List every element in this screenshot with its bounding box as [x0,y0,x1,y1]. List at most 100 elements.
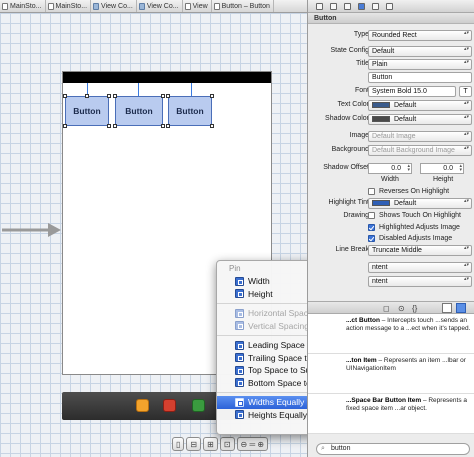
trailing-space-icon [235,353,244,363]
content-popup[interactable]: ntent [368,276,472,287]
scene-button-3[interactable]: Button [168,96,212,126]
constraint-line [191,83,192,96]
view-controller-icon[interactable] [192,399,205,412]
align-menu-icon[interactable]: ⊟ [186,437,202,451]
library-item[interactable]: ...ton Item – Represents an item ...lbar… [308,354,474,394]
width-sublabel: Width [381,176,399,183]
library-item-text: ...ton Item – Represents an item ...lbar… [346,357,471,373]
horizontal-spacing-icon [235,308,244,318]
shadow-offset-height-stepper[interactable]: 0.0 [420,163,464,174]
text-color-popup[interactable]: Default [368,100,472,111]
highlight-tint-value: Default [394,200,417,207]
file-inspector-icon[interactable] [316,3,323,10]
exit-cube-icon[interactable] [163,399,176,412]
scene-icon [93,2,100,10]
text-color-row: Text Color Default [308,100,474,112]
content-alignment-popup[interactable]: ntent [368,262,472,273]
highlight-tint-popup[interactable]: Default [368,198,472,209]
resize-handle[interactable] [166,94,170,98]
breadcrumb-item[interactable]: MainSto... [46,0,92,12]
object-library-icon[interactable]: ◻ [383,304,390,313]
breadcrumb-item[interactable]: View Co... [137,0,183,12]
highlighted-adjusts-checkbox[interactable]: Highlighted Adjusts Image [368,222,460,232]
image-label: Image [349,132,369,139]
quick-help-icon[interactable] [330,3,337,10]
breadcrumb-item[interactable]: MainSto... [0,0,46,12]
canvas-toolbar: ▯ ⊟ ⊞ ⊡ ⊖ ═ ⊕ [172,436,307,452]
line-break-popup[interactable]: Truncate Middle [368,245,472,256]
font-row: Font System Bold 15.0 T [308,86,474,98]
shadow-color-popup[interactable]: Default [368,114,472,125]
scene-button-2[interactable]: Button [115,96,163,126]
library-item[interactable]: ...Space Bar Button Item – Represents a … [308,394,474,434]
resize-handle[interactable] [107,124,111,128]
resize-handle[interactable] [63,94,67,98]
library-item-title: ...ct Button [346,317,380,324]
section-header: Button [308,13,474,24]
device-toggle-icon[interactable]: ▯ [172,437,185,451]
resize-handle[interactable] [85,94,89,98]
first-responder-icon[interactable] [136,399,149,412]
shadow-color-label: Shadow Color [325,115,369,122]
width-constraint-icon [235,276,244,286]
state-config-row: State Config Default [308,46,474,58]
font-picker-icon[interactable]: T [459,86,472,97]
equal-heights-icon [235,410,244,420]
zoom-controls-icon[interactable]: ⊖ ═ ⊕ [236,437,269,451]
shadow-offset-width-stepper[interactable]: 0.0 [368,163,412,174]
color-swatch [372,200,390,207]
background-label: Background [331,146,369,153]
reverses-on-highlight-checkbox[interactable]: Reverses On Highlight [368,186,449,196]
state-config-popup[interactable]: Default [368,46,472,57]
resize-handle[interactable] [63,124,67,128]
media-library-icon[interactable]: ⊙ [398,304,405,313]
background-combo[interactable]: Default Background Image [368,145,472,156]
library-search-field[interactable]: ⌕ button [316,443,470,455]
search-icon: ⌕ [321,445,325,452]
connections-inspector-icon[interactable] [386,3,393,10]
resize-handle[interactable] [161,124,165,128]
shows-touch-checkbox[interactable]: Shows Touch On Highlight [368,210,461,220]
image-combo[interactable]: Default Image [368,131,472,142]
font-field[interactable]: System Bold 15.0 [368,86,456,97]
resize-handle[interactable] [161,94,165,98]
resolve-issues-icon[interactable]: ⊡ [219,437,235,451]
checkbox-label: Disabled Adjusts Image [379,234,453,242]
breadcrumb-item[interactable]: Button – Button [212,0,274,12]
breadcrumb-item[interactable]: View [183,0,212,12]
resize-handle[interactable] [210,94,214,98]
resize-handle[interactable] [113,124,117,128]
library-item-title: ...Space Bar Button Item [346,397,422,404]
attributes-inspector-icon[interactable] [358,3,365,10]
pin-menu-icon[interactable]: ⊞ [203,437,218,451]
list-view-icon[interactable] [442,303,452,313]
breadcrumb-label: MainSto... [55,2,88,10]
resize-handle[interactable] [107,94,111,98]
breadcrumb-label: Button – Button [221,2,270,10]
menu-item-label: Width [248,276,270,287]
breadcrumb-item[interactable]: View Co... [91,0,137,12]
identity-inspector-icon[interactable] [344,3,351,10]
snippet-library-icon[interactable]: {} [412,304,417,313]
text-color-label: Text Color [337,101,369,108]
constraint-line [138,83,139,96]
size-inspector-icon[interactable] [372,3,379,10]
type-popup[interactable]: Rounded Rect [368,30,472,41]
library-item[interactable]: ...ct Button – Intercepts touch ...sends… [308,314,474,354]
title-text-field[interactable]: Button [368,72,472,83]
resize-handle[interactable] [166,124,170,128]
grid-view-icon[interactable] [456,303,466,313]
title-style-popup[interactable]: Plain [368,59,472,70]
checkbox-box-checked [368,223,375,231]
scene-button-1[interactable]: Button [65,96,109,126]
top-space-icon [235,365,244,375]
checkbox-label: Highlighted Adjusts Image [379,223,460,231]
checkbox-box [368,211,375,219]
resize-handle[interactable] [210,124,214,128]
disabled-adjusts-checkbox[interactable]: Disabled Adjusts Image [368,233,452,243]
resize-handle[interactable] [113,94,117,98]
color-swatch [372,102,390,109]
menu-item-label: Heights Equally [248,409,308,420]
checkbox-label: Shows Touch On Highlight [379,211,461,219]
height-sublabel: Height [433,176,454,183]
